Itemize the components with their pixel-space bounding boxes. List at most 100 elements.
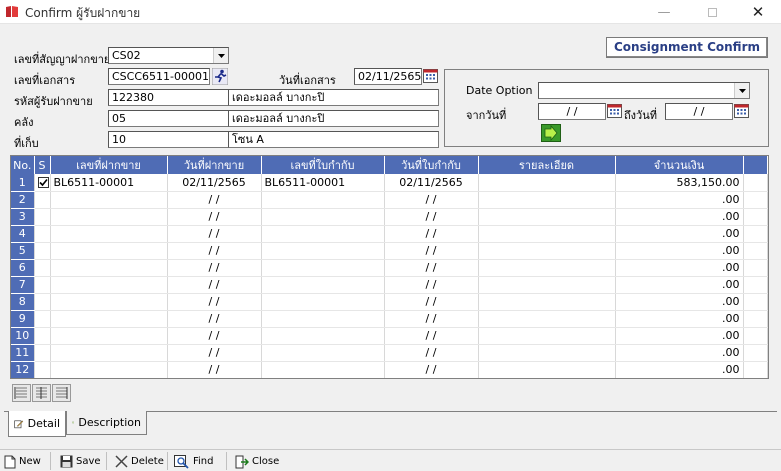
- invoice-no-cell[interactable]: [261, 327, 385, 345]
- to-date-calendar-button[interactable]: [734, 103, 749, 121]
- consign-no-cell[interactable]: [50, 361, 168, 378]
- consign-date-cell[interactable]: / /: [167, 344, 262, 362]
- invoice-no-cell[interactable]: [261, 276, 385, 294]
- table-row[interactable]: 7 / / / / .00: [11, 276, 768, 294]
- col-header-invoice-no[interactable]: เลขที่ใบกำกับ: [261, 156, 385, 174]
- location-code-input[interactable]: 10: [108, 131, 229, 148]
- doc-date-calendar-button[interactable]: [423, 68, 438, 86]
- row-select-cell[interactable]: [34, 191, 51, 209]
- amount-cell[interactable]: .00: [615, 344, 744, 362]
- doc-date-input[interactable]: 02/11/2565: [354, 68, 422, 85]
- consign-no-cell[interactable]: [50, 276, 168, 294]
- invoice-no-cell[interactable]: [261, 344, 385, 362]
- date-option-select[interactable]: [538, 82, 750, 99]
- table-row[interactable]: 5 / / / / .00: [11, 242, 768, 260]
- row-select-cell[interactable]: [34, 208, 51, 226]
- col-header-detail[interactable]: รายละเอียด: [478, 156, 616, 174]
- amount-cell[interactable]: .00: [615, 327, 744, 345]
- amount-cell[interactable]: .00: [615, 191, 744, 209]
- table-row[interactable]: 1 BL6511-00001 02/11/2565 BL6511-00001 02/11…: [11, 174, 768, 192]
- consign-date-cell[interactable]: / /: [167, 361, 262, 378]
- receiver-code-input[interactable]: 122380: [108, 89, 229, 106]
- row-select-cell[interactable]: [34, 242, 51, 260]
- col-header-invoice-date[interactable]: วันที่ใบกำกับ: [384, 156, 479, 174]
- detail-cell[interactable]: [478, 242, 616, 260]
- invoice-date-cell[interactable]: / /: [384, 293, 479, 311]
- save-button[interactable]: Save: [60, 453, 101, 470]
- row-select-cell[interactable]: [34, 276, 51, 294]
- go-button[interactable]: [541, 124, 561, 142]
- consign-date-cell[interactable]: / /: [167, 327, 262, 345]
- doc-no-input[interactable]: CSCC6511-00001: [108, 68, 210, 85]
- consign-no-cell[interactable]: [50, 191, 168, 209]
- row-select-cell[interactable]: [34, 310, 51, 328]
- invoice-no-cell[interactable]: [261, 191, 385, 209]
- invoice-date-cell[interactable]: / /: [384, 344, 479, 362]
- row-select-cell[interactable]: [34, 225, 51, 243]
- from-date-input[interactable]: / /: [538, 103, 606, 120]
- invoice-no-cell[interactable]: [261, 242, 385, 260]
- table-row[interactable]: 11 / / / / .00: [11, 344, 768, 362]
- table-row[interactable]: 8 / / / / .00: [11, 293, 768, 311]
- chevron-down-icon[interactable]: [734, 83, 749, 98]
- amount-cell[interactable]: .00: [615, 208, 744, 226]
- tab-detail[interactable]: Detail: [8, 411, 66, 437]
- consign-date-cell[interactable]: / /: [167, 276, 262, 294]
- amount-cell[interactable]: .00: [615, 310, 744, 328]
- table-row[interactable]: 2 / / / / .00: [11, 191, 768, 209]
- consign-date-cell[interactable]: / /: [167, 293, 262, 311]
- consign-no-cell[interactable]: [50, 310, 168, 328]
- consign-date-cell[interactable]: / /: [167, 225, 262, 243]
- minimize-button[interactable]: —: [641, 0, 687, 24]
- append-row-button[interactable]: [52, 384, 71, 402]
- detail-cell[interactable]: [478, 208, 616, 226]
- detail-cell[interactable]: [478, 174, 616, 192]
- col-header-consign-date[interactable]: วันที่ฝากขาย: [167, 156, 262, 174]
- consignment-confirm-button[interactable]: Consignment Confirm: [606, 37, 768, 58]
- run-number-button[interactable]: [211, 67, 229, 86]
- consign-date-cell[interactable]: / /: [167, 191, 262, 209]
- invoice-no-cell[interactable]: [261, 225, 385, 243]
- consign-no-cell[interactable]: [50, 344, 168, 362]
- invoice-no-cell[interactable]: [261, 310, 385, 328]
- delete-row-button[interactable]: [32, 384, 51, 402]
- insert-row-button[interactable]: [12, 384, 31, 402]
- invoice-date-cell[interactable]: / /: [384, 259, 479, 277]
- delete-button[interactable]: Delete: [115, 453, 164, 470]
- detail-cell[interactable]: [478, 259, 616, 277]
- table-row[interactable]: 9 / / / / .00: [11, 310, 768, 328]
- invoice-date-cell[interactable]: / /: [384, 310, 479, 328]
- row-select-cell[interactable]: [34, 361, 51, 378]
- consign-no-cell[interactable]: [50, 208, 168, 226]
- amount-cell[interactable]: .00: [615, 225, 744, 243]
- maximize-button[interactable]: [689, 0, 735, 24]
- col-header-no[interactable]: No.: [11, 156, 35, 174]
- consign-date-cell[interactable]: / /: [167, 208, 262, 226]
- consign-date-cell[interactable]: / /: [167, 259, 262, 277]
- to-date-input[interactable]: / /: [665, 103, 733, 120]
- col-header-amount[interactable]: จำนวนเงิน: [615, 156, 744, 174]
- row-select-cell[interactable]: [34, 327, 51, 345]
- invoice-no-cell[interactable]: [261, 259, 385, 277]
- new-button[interactable]: New: [4, 453, 41, 470]
- detail-cell[interactable]: [478, 276, 616, 294]
- invoice-date-cell[interactable]: 02/11/2565: [384, 174, 479, 192]
- contract-select[interactable]: CS02: [108, 47, 229, 64]
- invoice-date-cell[interactable]: / /: [384, 327, 479, 345]
- consign-no-cell[interactable]: [50, 259, 168, 277]
- invoice-no-cell[interactable]: [261, 361, 385, 378]
- table-row[interactable]: 10 / / / / .00: [11, 327, 768, 345]
- chevron-down-icon[interactable]: [213, 48, 228, 63]
- consign-no-cell[interactable]: [50, 293, 168, 311]
- tab-description[interactable]: Description: [66, 411, 147, 435]
- consign-date-cell[interactable]: / /: [167, 310, 262, 328]
- detail-cell[interactable]: [478, 361, 616, 378]
- invoice-no-cell[interactable]: [261, 293, 385, 311]
- close-window-button[interactable]: ✕: [735, 0, 781, 24]
- invoice-date-cell[interactable]: / /: [384, 208, 479, 226]
- row-select-cell[interactable]: [34, 344, 51, 362]
- warehouse-code-input[interactable]: 05: [108, 110, 229, 127]
- detail-cell[interactable]: [478, 293, 616, 311]
- invoice-date-cell[interactable]: / /: [384, 276, 479, 294]
- table-row[interactable]: 6 / / / / .00: [11, 259, 768, 277]
